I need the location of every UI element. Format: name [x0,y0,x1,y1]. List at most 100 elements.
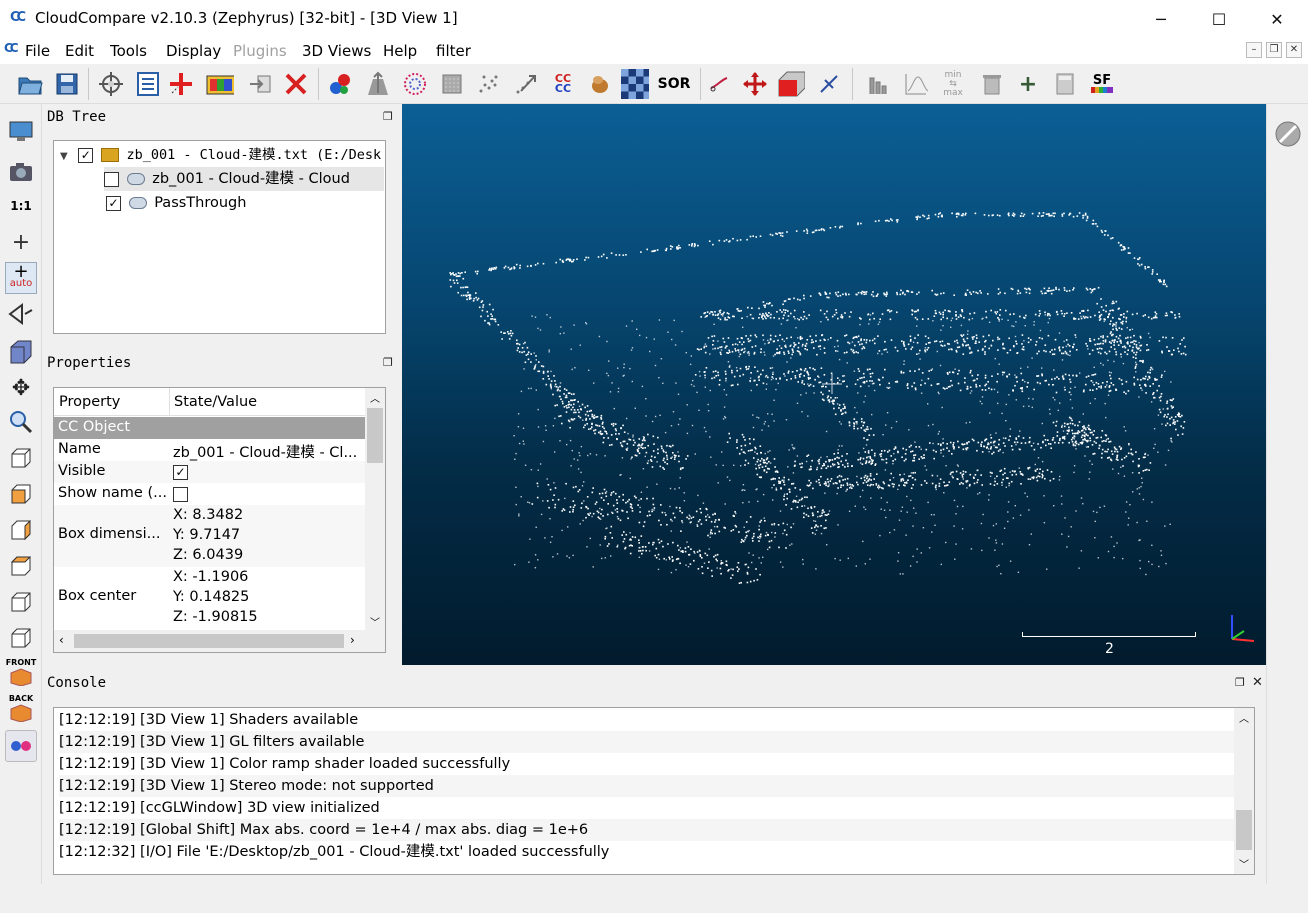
mdi-restore-button[interactable]: ❐ [1266,42,1282,58]
no-entry-icon[interactable] [1272,118,1304,150]
tree-checkbox[interactable]: ✓ [106,195,121,211]
camera-icon[interactable] [5,156,37,188]
scroll-up-icon[interactable]: ︿ [370,390,380,405]
menu-display[interactable]: Display [166,42,221,60]
view-top-icon[interactable] [5,442,37,474]
sor-filter-icon[interactable]: SOR [658,70,691,98]
checker-icon[interactable] [621,69,649,99]
color-ramp-icon[interactable] [206,70,234,98]
crosshair-icon[interactable]: + [5,226,37,258]
menu-3d-views[interactable]: 3D Views [302,42,371,60]
mdi-close-button[interactable]: ✕ [1286,42,1302,58]
scroll-right-icon[interactable]: › [350,633,355,647]
tree-item[interactable]: ✓ PassThrough [106,191,246,215]
zoom-icon[interactable] [5,406,37,438]
3d-view[interactable]: 2 [402,104,1266,665]
console-line: [12:12:32] [I/O] File 'E:/Desktop/zb_001… [59,844,610,860]
auto-pivot-icon[interactable]: + auto [5,262,37,294]
view-back-icon[interactable] [5,550,37,582]
minimize-button[interactable]: ─ [1132,0,1190,38]
tree-checkbox[interactable]: ✓ [78,147,94,163]
menu-edit[interactable]: Edit [65,42,94,60]
scroll-left-icon[interactable]: ‹ [59,633,64,647]
menu-file[interactable]: File [25,42,50,60]
db-tree-float-button[interactable]: ❐ [383,110,393,123]
scroll-down-icon[interactable]: ﹀ [370,614,380,629]
octree-icon[interactable] [586,70,614,98]
menu-tools[interactable]: Tools [110,42,147,60]
cc-icon[interactable]: CC CC [549,70,577,98]
properties-float-button[interactable]: ❐ [383,356,393,369]
console-scrollbar[interactable]: ︿ ﹀ [1234,708,1254,874]
plus-icon[interactable]: + [1014,70,1042,98]
histogram-icon[interactable] [865,70,893,98]
scroll-thumb[interactable] [1236,810,1252,850]
menu-filter[interactable]: filter [436,42,471,60]
toolbar-separator [852,68,853,100]
normals-icon[interactable] [364,70,392,98]
merge-icon[interactable] [326,70,354,98]
property-value[interactable]: zb_001 - Cloud-建模 - Cl... [173,441,357,462]
show-name-checkbox[interactable] [173,486,188,502]
noise-icon[interactable] [475,70,503,98]
console-close-button[interactable]: ✕ [1252,675,1263,690]
scale-bar [1022,632,1196,637]
cut-icon[interactable] [705,70,733,98]
one-to-one-icon[interactable]: 1:1 [5,190,37,222]
add-icon[interactable] [167,70,195,98]
scroll-thumb[interactable] [367,408,383,463]
tree-item-selected[interactable]: zb_001 - Cloud-建模 - Cloud [104,167,384,191]
monitor-icon[interactable] [5,116,37,148]
delete-icon[interactable] [282,70,310,98]
box-icon[interactable] [777,70,805,98]
view-left-icon[interactable] [5,514,37,546]
scalar-field-icon[interactable]: SF [1088,70,1116,98]
scroll-up-icon[interactable]: ︿ [1239,710,1249,725]
maximize-button[interactable]: ☐ [1190,0,1248,38]
move-icon[interactable]: ✥ [5,372,37,404]
subsample-icon[interactable] [438,70,466,98]
mdi-minimize-button[interactable]: – [1246,42,1262,58]
cloudcompare-logo-icon: CC [10,10,26,25]
save-icon[interactable] [53,70,81,98]
statistics-icon[interactable] [902,70,930,98]
scroll-down-icon[interactable]: ﹀ [1239,856,1249,871]
sample-icon[interactable] [401,70,429,98]
open-icon[interactable] [16,70,44,98]
stereo-icon[interactable] [5,730,37,762]
properties-horizontal-scrollbar[interactable]: ‹ › [54,630,385,652]
perspective-icon[interactable] [5,298,37,330]
tree-checkbox[interactable] [104,171,119,187]
property-key: Box center [58,588,137,604]
expand-arrow-icon[interactable]: ▼ [60,151,68,162]
visible-checkbox[interactable]: ✓ [173,464,188,480]
col-value-header[interactable]: State/Value [174,394,257,410]
calculator-icon[interactable] [1051,70,1079,98]
menu-help[interactable]: Help [383,42,417,60]
view-bottom-icon[interactable] [5,622,37,654]
view-front-face-icon[interactable] [5,478,37,510]
translate-icon[interactable] [741,70,769,98]
segment-icon[interactable] [815,70,843,98]
trash-icon[interactable] [978,70,1006,98]
menu-plugins[interactable]: Plugins [233,42,287,60]
col-property-header[interactable]: Property [59,394,120,410]
section-label: CC Object [58,419,131,435]
console-float-button[interactable]: ❐ [1235,676,1245,689]
pick-point-icon[interactable] [97,70,125,98]
list-icon[interactable] [134,70,162,98]
left-view-toolbar: 1:1 + + auto ✥ FRONT BACK [0,104,42,884]
app-menu-icon[interactable]: CC [4,41,19,55]
minmax-icon[interactable]: min ⇆ max [939,70,967,98]
view-right-icon[interactable] [5,586,37,618]
view-back-iso-icon[interactable]: BACK [5,692,37,724]
cube-view-icon[interactable] [5,336,37,368]
property-value: Y: 9.7147 [173,527,241,543]
registration-icon[interactable] [512,70,540,98]
scroll-thumb[interactable] [74,634,344,648]
properties-vertical-scrollbar[interactable]: ︿ ﹀ [365,388,385,632]
close-button[interactable]: ✕ [1248,0,1306,38]
view-front-iso-icon[interactable]: FRONT [5,656,37,688]
tree-item[interactable]: ▼ ✓ zb_001 - Cloud-建模.txt (E:/Desk [60,143,381,167]
export-icon[interactable] [247,70,275,98]
